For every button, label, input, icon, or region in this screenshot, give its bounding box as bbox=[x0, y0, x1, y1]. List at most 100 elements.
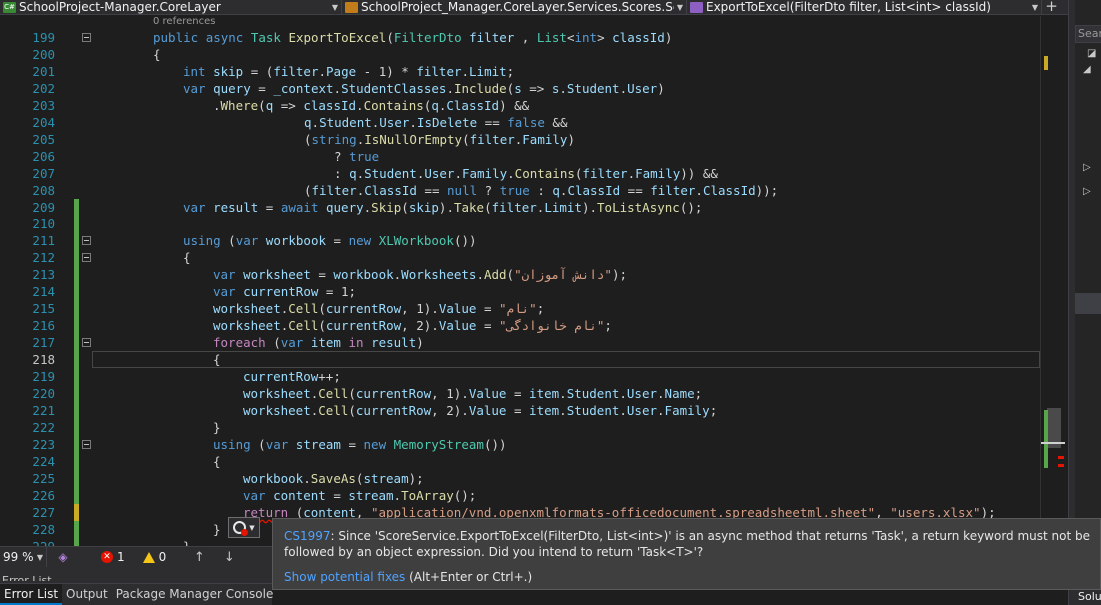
tab-package-manager-console[interactable]: Package Manager Console bbox=[112, 584, 278, 605]
line-number: 208 bbox=[32, 182, 55, 198]
code-line[interactable]: 213 var worksheet = workbook.Worksheets.A… bbox=[0, 266, 1040, 284]
code-line[interactable]: 224 { bbox=[0, 452, 1040, 470]
change-indicator bbox=[74, 537, 79, 546]
error-icon[interactable]: ✕ bbox=[101, 551, 113, 563]
change-indicator bbox=[74, 334, 79, 352]
previous-issue-button[interactable]: ↑ bbox=[184, 550, 214, 565]
tree-collapse-icon[interactable]: ◢ bbox=[1083, 64, 1091, 75]
code-line[interactable]: 226 var content = stream.ToArray(); bbox=[0, 486, 1040, 504]
code-line[interactable]: 225 workbook.SaveAs(stream); bbox=[0, 469, 1040, 487]
code-text: .Where(q => classId.Contains(q.ClassId) … bbox=[213, 97, 530, 113]
health-icon[interactable]: ◈ bbox=[55, 550, 71, 564]
change-indicator bbox=[74, 435, 79, 453]
scroll-marker-change bbox=[1044, 410, 1048, 468]
code-line[interactable]: 210 bbox=[0, 215, 1040, 233]
code-line[interactable]: 205 (string.IsNullOrEmpty(filter.Family) bbox=[0, 131, 1040, 148]
line-number: 206 bbox=[32, 148, 55, 164]
solution-search-input[interactable]: Search bbox=[1075, 25, 1101, 43]
quick-actions-button[interactable]: ▼ bbox=[228, 517, 260, 538]
member-dropdown[interactable]: ExportToExcel(FilterDto filter, List<int… bbox=[687, 0, 1042, 15]
tooltip-message: CS1997: Since 'ScoreService.ExportToExce… bbox=[284, 528, 1090, 560]
zoom-value: 99 % bbox=[3, 550, 34, 564]
collapse-icon[interactable] bbox=[82, 236, 91, 246]
line-number: 201 bbox=[32, 63, 55, 79]
tab-output[interactable]: Output bbox=[62, 584, 112, 605]
change-indicator bbox=[74, 283, 79, 301]
error-code-link[interactable]: CS1997 bbox=[284, 529, 331, 543]
code-line[interactable]: 199 public async Task ExportToExcel(Filte… bbox=[0, 29, 1040, 46]
code-text: (filter.ClassId == null ? true : q.Class… bbox=[304, 182, 779, 198]
type-scope-name: SchoolProject_Manager.CoreLayer.Services… bbox=[361, 0, 674, 14]
code-line[interactable]: 203 .Where(q => classId.Contains(q.ClassI… bbox=[0, 97, 1040, 114]
code-line[interactable]: 211 using (var workbook = new XLWorkbook(… bbox=[0, 232, 1040, 250]
project-dropdown[interactable]: C# SchoolProject-Manager.CoreLayer ▼ bbox=[0, 0, 342, 15]
codelens-references[interactable]: 0 references bbox=[153, 16, 216, 27]
code-line[interactable]: 212 { bbox=[0, 249, 1040, 267]
line-number: 218 bbox=[32, 352, 55, 368]
chevron-down-icon: ▼ bbox=[36, 552, 43, 562]
line-number: 227 bbox=[32, 504, 55, 520]
error-message: : Since 'ScoreService.ExportToExcel(Filt… bbox=[284, 529, 1091, 559]
tab-error-list[interactable]: Error List bbox=[0, 584, 63, 605]
csproj-icon[interactable]: ◪ bbox=[1087, 48, 1096, 59]
code-line[interactable]: 215 worksheet.Cell(currentRow, 1).Value =… bbox=[0, 300, 1040, 318]
error-count[interactable]: 1 bbox=[117, 550, 125, 564]
line-number: 210 bbox=[32, 216, 55, 232]
type-dropdown[interactable]: SchoolProject_Manager.CoreLayer.Services… bbox=[342, 0, 687, 15]
line-number: 225 bbox=[32, 470, 55, 486]
code-text: int skip = (filter.Page - 1) * filter.Li… bbox=[183, 63, 515, 79]
zoom-dropdown[interactable]: 99 % ▼ bbox=[0, 546, 47, 568]
line-number: 203 bbox=[32, 97, 55, 113]
warning-icon[interactable] bbox=[142, 551, 155, 563]
solution-explorer-tab[interactable]: Solu bbox=[1075, 588, 1101, 605]
code-text: q.Student.User.IsDelete == false && bbox=[304, 114, 568, 130]
next-issue-button[interactable]: ↓ bbox=[214, 550, 244, 565]
code-line[interactable]: 222} bbox=[0, 418, 1040, 436]
code-line[interactable]: 219 currentRow++; bbox=[0, 368, 1040, 385]
project-name: SchoolProject-Manager.CoreLayer bbox=[19, 0, 221, 14]
editor-scrollbar[interactable] bbox=[1040, 16, 1068, 546]
code-line[interactable]: 209 var result = await query.Skip(skip).T… bbox=[0, 198, 1040, 216]
show-fixes-link[interactable]: Show potential fixes bbox=[284, 570, 405, 584]
error-tooltip: CS1997: Since 'ScoreService.ExportToExce… bbox=[272, 518, 1101, 590]
code-line[interactable]: 221 worksheet.Cell(currentRow, 2).Value =… bbox=[0, 401, 1040, 419]
chevron-down-icon: ▼ bbox=[676, 2, 684, 12]
warning-count[interactable]: 0 bbox=[159, 550, 167, 564]
code-editor[interactable]: 0 references 199 public async Task Export… bbox=[0, 16, 1040, 546]
code-line[interactable]: 218 { bbox=[0, 351, 1040, 369]
change-indicator bbox=[74, 368, 79, 385]
code-line[interactable]: 204 q.Student.User.IsDelete == false && bbox=[0, 114, 1040, 131]
code-line[interactable]: 217 foreach (var item in result) bbox=[0, 334, 1040, 352]
navigation-bar: C# SchoolProject-Manager.CoreLayer ▼ Sch… bbox=[0, 0, 1068, 15]
add-editor-button[interactable]: + bbox=[1043, 0, 1060, 15]
change-indicator bbox=[74, 215, 79, 233]
method-icon bbox=[690, 1, 703, 13]
line-number: 211 bbox=[32, 233, 55, 249]
code-line[interactable]: 202 var query = _context.StudentClasses.I… bbox=[0, 80, 1040, 97]
change-indicator bbox=[74, 401, 79, 419]
change-indicator bbox=[74, 384, 79, 402]
code-line[interactable]: 207: q.Student.User.Family.Contains(filt… bbox=[0, 165, 1040, 182]
selected-tree-item[interactable] bbox=[1075, 293, 1101, 314]
code-line[interactable]: 223 using (var stream = new MemoryStream(… bbox=[0, 435, 1040, 453]
tree-expand-icon[interactable]: ▷ bbox=[1083, 162, 1091, 173]
collapse-icon[interactable] bbox=[82, 253, 91, 263]
tree-expand-icon[interactable]: ▷ bbox=[1083, 186, 1091, 197]
line-number: 222 bbox=[32, 419, 55, 435]
change-indicator bbox=[74, 317, 79, 335]
tool-window-tabs: Error List Output Package Manager Consol… bbox=[0, 583, 273, 605]
collapse-icon[interactable] bbox=[82, 439, 91, 449]
code-line[interactable]: 206 ? true bbox=[0, 148, 1040, 165]
current-line-highlight bbox=[92, 351, 1040, 369]
code-line[interactable]: 214 var currentRow = 1; bbox=[0, 283, 1040, 301]
code-line[interactable]: 200 { bbox=[0, 46, 1040, 63]
collapse-icon[interactable] bbox=[82, 338, 91, 348]
line-number: 202 bbox=[32, 80, 55, 96]
code-line[interactable]: 220 worksheet.Cell(currentRow, 1).Value =… bbox=[0, 384, 1040, 402]
code-line[interactable]: 208 (filter.ClassId == null ? true : q.Cl… bbox=[0, 182, 1040, 199]
code-text: { bbox=[153, 46, 161, 62]
chevron-down-icon: ▼ bbox=[249, 523, 255, 532]
code-line[interactable]: 201 int skip = (filter.Page - 1) * filter… bbox=[0, 63, 1040, 80]
collapse-icon[interactable] bbox=[82, 33, 91, 42]
code-line[interactable]: 216 worksheet.Cell(currentRow, 2).Value =… bbox=[0, 317, 1040, 335]
